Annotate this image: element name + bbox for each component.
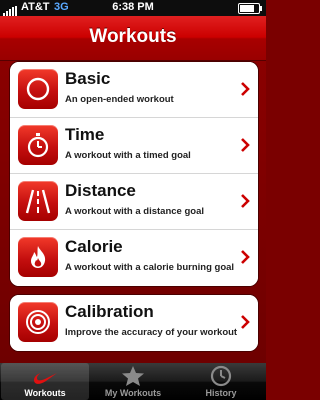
content-area: Basic An open-ended workout Time A worko… [0, 61, 266, 363]
page-title: Workouts [89, 26, 177, 47]
workout-title: Distance [65, 181, 136, 200]
workout-subtitle: An open-ended workout [65, 94, 174, 105]
workout-row-basic[interactable]: Basic An open-ended workout [10, 62, 258, 118]
tab-label: My Workouts [104, 388, 162, 398]
workout-row-calorie[interactable]: Calorie A workout with a calorie burning… [10, 229, 258, 286]
workout-title: Time [65, 125, 105, 144]
chevron-right-icon [241, 194, 250, 208]
calibration-row[interactable]: Calibration Improve the accuracy of your… [10, 295, 258, 351]
status-time: 6:38 PM [112, 1, 154, 13]
workout-list: Basic An open-ended workout Time A worko… [9, 61, 259, 287]
workout-subtitle: A workout with a calorie burning goal [65, 262, 235, 273]
chevron-right-icon [241, 315, 250, 329]
flame-icon [18, 237, 58, 277]
target-icon [18, 302, 58, 342]
battery-icon [238, 3, 262, 14]
chevron-right-icon [241, 82, 250, 96]
chevron-right-icon [241, 138, 250, 152]
calibration-title: Calibration [65, 302, 154, 321]
workout-title: Calorie [65, 237, 123, 256]
workout-subtitle: A workout with a timed goal [65, 150, 191, 161]
circle-icon [18, 69, 58, 109]
calibration-subtitle: Improve the accuracy of your workout [65, 327, 238, 338]
workout-subtitle: A workout with a distance goal [65, 206, 204, 217]
road-icon [18, 181, 58, 221]
tab-bar: Workouts My Workouts History [0, 363, 266, 400]
status-bar: AT&T 3G 6:38 PM [0, 0, 266, 16]
tab-label: Workouts [24, 388, 66, 398]
swoosh-icon [34, 373, 57, 384]
calibration-group: Calibration Improve the accuracy of your… [9, 294, 259, 352]
workout-row-time[interactable]: Time A workout with a timed goal [10, 117, 258, 174]
tab-label: History [205, 388, 237, 398]
tab-workouts[interactable]: Workouts [1, 363, 89, 400]
workout-row-distance[interactable]: Distance A workout with a distance goal [10, 173, 258, 230]
star-icon [122, 366, 144, 386]
tab-history[interactable]: History [177, 363, 265, 400]
clock-icon [210, 365, 232, 387]
tab-my-workouts[interactable]: My Workouts [89, 363, 177, 400]
navigation-bar: Workouts [0, 16, 266, 61]
workout-title: Basic [65, 69, 111, 88]
chevron-right-icon [241, 250, 250, 264]
stopwatch-icon [18, 125, 58, 165]
